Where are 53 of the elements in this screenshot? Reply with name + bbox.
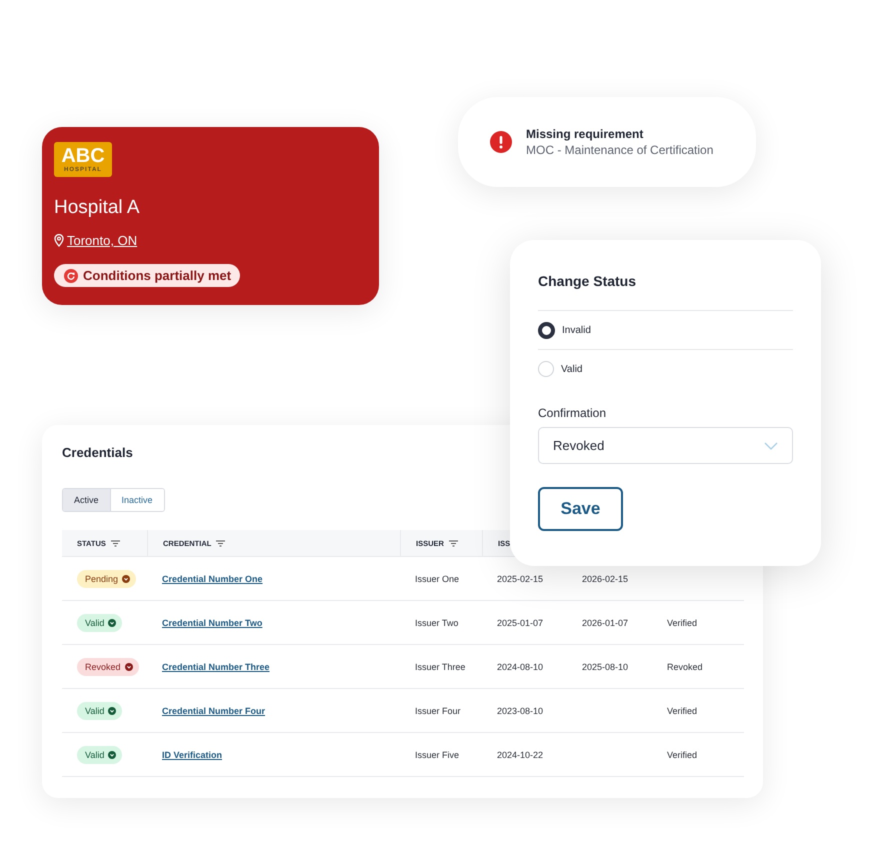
status-badge: Valid (77, 746, 122, 764)
radio-button[interactable] (538, 322, 555, 338)
table-cell: 2025-02-15 (497, 574, 544, 584)
filter-tab[interactable]: Active (63, 489, 111, 511)
chevron-down-icon (122, 574, 130, 582)
table-cell: 2026-02-15 (582, 574, 628, 584)
filter-icon[interactable] (110, 540, 120, 546)
table-cell: Issuer Four (415, 706, 461, 716)
status-badge: Valid (77, 614, 122, 632)
status-badge: Revoked (77, 658, 139, 676)
chevron-down-icon (108, 618, 116, 626)
chevron-down-icon (764, 442, 778, 450)
confirmation-select[interactable]: Revoked (538, 427, 793, 464)
status-badge: Pending (77, 570, 136, 588)
table-cell: 2026-01-07 (582, 618, 628, 628)
table-cell: 2023-08-10 (497, 706, 544, 716)
location-pin-icon (54, 234, 64, 247)
table-cell: Issuer Five (415, 750, 460, 760)
status-text: Conditions partially met (83, 268, 232, 283)
alert-title: Missing requirement (526, 127, 644, 141)
chevron-down-icon (108, 706, 116, 714)
credential-link[interactable]: Credential Number Four (162, 706, 266, 716)
radio-label: Valid (561, 364, 582, 374)
table-cell: Verified (667, 706, 698, 716)
chevron-down-icon (108, 750, 116, 758)
filter-icon[interactable] (448, 540, 458, 546)
credential-link[interactable]: Credential Number Three (162, 662, 270, 672)
table-cell: 2024-08-10 (497, 662, 544, 672)
dialog-title: Change Status (538, 273, 638, 289)
chevron-down-icon (124, 662, 133, 670)
alert-detail: MOC - Maintenance of Certification (526, 143, 714, 157)
refresh-icon (64, 268, 78, 282)
status-badge: Valid (77, 702, 122, 720)
credentials-title: Credentials (62, 445, 133, 460)
location-link[interactable]: Toronto, ON (67, 233, 138, 248)
credential-link[interactable]: ID Verification (162, 750, 222, 760)
hospital-name: Hospital A (54, 197, 140, 219)
confirmation-label: Confirmation (538, 406, 608, 420)
radio-label: Invalid (562, 324, 591, 336)
table-cell: 2025-08-10 (582, 662, 628, 672)
table-cell: Issuer One (415, 574, 460, 584)
credential-link[interactable]: Credential Number One (162, 574, 263, 584)
error-icon (490, 131, 512, 153)
table-cell: 2025-01-07 (497, 618, 544, 628)
filter-icon[interactable] (216, 540, 226, 546)
table-cell: Issuer Three (415, 662, 466, 672)
table-cell: 2024-10-22 (497, 750, 544, 760)
table-cell: Verified (667, 618, 698, 628)
table-cell: Verified (667, 750, 698, 760)
save-button[interactable]: Save (538, 487, 623, 531)
table-cell: Issuer Two (415, 618, 458, 628)
credential-link[interactable]: Credential Number Two (162, 618, 262, 628)
table-cell: Revoked (667, 662, 703, 672)
